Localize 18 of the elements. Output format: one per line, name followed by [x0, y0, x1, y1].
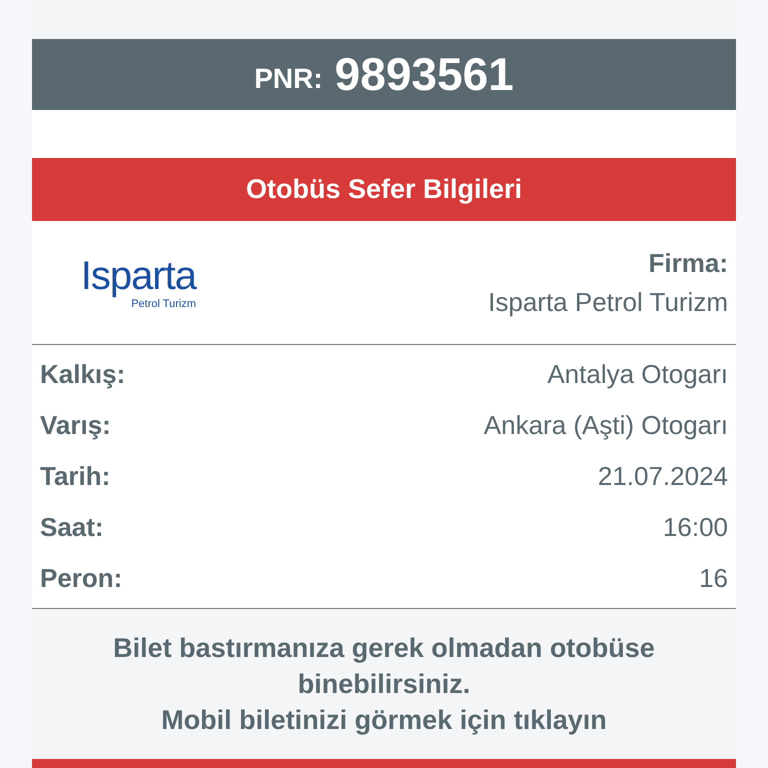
detail-label: Tarih: [40, 460, 110, 493]
detail-value: Ankara (Aşti) Otogarı [484, 409, 728, 442]
logo-subtext: Petrol Turizm [131, 298, 196, 310]
detail-label: Saat: [40, 511, 104, 544]
notice-text[interactable]: Bilet bastırmanıza gerek olmadan otobüse binebilirsiniz. Mobil biletinizi görmek için tıklayın [94, 630, 674, 738]
section-header: Otobüs Sefer Bilgileri [32, 158, 736, 221]
pnr-label: PNR: [254, 62, 323, 96]
detail-label: Kalkış: [40, 358, 126, 391]
detail-label: Peron: [40, 562, 122, 595]
logo-text: Isparta [80, 254, 196, 296]
detail-value: 16 [699, 562, 728, 595]
detail-value: Antalya Otogarı [547, 358, 728, 391]
company-label: Firma: [648, 246, 728, 280]
detail-value: 21.07.2024 [598, 460, 728, 493]
detail-label: Varış: [40, 409, 111, 442]
detail-value: 16:00 [662, 511, 728, 544]
pnr-value: 9893561 [334, 47, 514, 102]
company-name: Isparta Petrol Turizm [488, 286, 728, 318]
